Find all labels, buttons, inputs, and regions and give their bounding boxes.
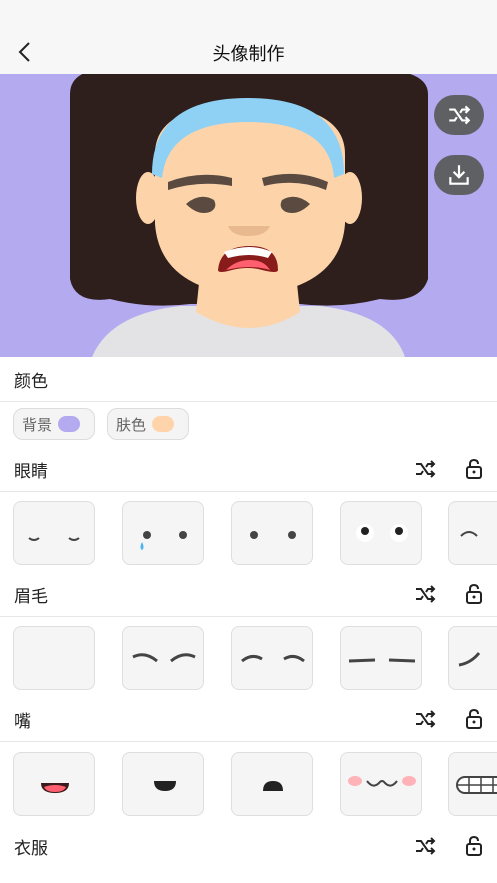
eyes-option-5[interactable]	[448, 501, 497, 565]
mouth-option-4[interactable]	[340, 752, 422, 816]
arched-brows-icon	[241, 654, 305, 663]
smile-mouth-icon	[154, 781, 176, 791]
avatar-illustration	[0, 74, 497, 357]
shuffle-icon[interactable]	[413, 457, 437, 481]
wavy-brows-icon	[132, 653, 196, 663]
eyes-option-4[interactable]	[340, 501, 422, 565]
section-title-mouth: 嘴	[14, 712, 31, 732]
section-title-eyes: 眼睛	[14, 462, 48, 482]
shuffle-icon	[449, 105, 471, 125]
chip-label-background: 背景	[22, 415, 53, 434]
brows-option-2[interactable]	[122, 626, 204, 690]
clothes-section-header: 衣服	[0, 824, 497, 868]
shuffle-icon[interactable]	[413, 707, 437, 731]
brows-option-1[interactable]	[13, 626, 95, 690]
shuffle-icon[interactable]	[413, 834, 437, 858]
avatar-preview	[0, 74, 497, 357]
mouth-option-3[interactable]	[231, 752, 313, 816]
brows-option-5[interactable]	[448, 626, 497, 690]
skin-color-swatch	[152, 416, 175, 432]
mouth-option-2[interactable]	[122, 752, 204, 816]
mouth-section-header: 嘴	[0, 697, 497, 742]
brows-option-3[interactable]	[231, 626, 313, 690]
shuffle-icon[interactable]	[413, 582, 437, 606]
section-title-brows: 眉毛	[14, 587, 48, 607]
teeth-mouth-icon	[456, 776, 497, 794]
dot-eyes-icon	[250, 531, 296, 539]
open-mouth-icon	[41, 783, 69, 793]
lock-icon[interactable]	[462, 582, 486, 606]
no-brows-icon	[14, 627, 96, 691]
lock-icon[interactable]	[462, 834, 486, 858]
crying-eyes-icon	[140, 531, 187, 550]
round-eyes-icon	[356, 524, 408, 542]
background-color-chip[interactable]: 背景	[13, 408, 95, 440]
arched-eyes-icon	[460, 531, 478, 537]
frown-mouth-icon	[263, 781, 283, 791]
brows-section-header: 眉毛	[0, 572, 497, 617]
lock-icon[interactable]	[462, 707, 486, 731]
mouth-option-1[interactable]	[13, 752, 95, 816]
blush-mouth-icon	[348, 776, 416, 787]
eyes-options-row	[0, 501, 497, 567]
section-title-clothes: 衣服	[14, 839, 48, 859]
brows-options-row	[0, 626, 497, 692]
background-color-swatch	[58, 416, 81, 432]
closed-eyes-icon	[28, 537, 80, 541]
skin-color-chip[interactable]: 肤色	[107, 408, 189, 440]
eyes-option-1[interactable]	[13, 501, 95, 565]
section-title-color: 颜色	[14, 372, 48, 392]
download-avatar-button[interactable]	[434, 155, 484, 195]
lock-icon[interactable]	[462, 457, 486, 481]
page-title: 头像制作	[212, 44, 285, 65]
download-icon	[449, 165, 469, 185]
eyes-section-header: 眼睛	[0, 447, 497, 492]
mouth-options-row	[0, 752, 497, 818]
top-bar: 头像制作	[0, 0, 497, 74]
color-section-header: 颜色	[0, 357, 497, 402]
chip-label-skin: 肤色	[116, 415, 147, 434]
eyes-option-2[interactable]	[122, 501, 204, 565]
straight-brows-icon	[348, 658, 416, 663]
eyes-option-3[interactable]	[231, 501, 313, 565]
mouth-option-5[interactable]	[448, 752, 497, 816]
angled-brows-icon	[458, 652, 481, 667]
shuffle-avatar-button[interactable]	[434, 95, 484, 135]
brows-option-4[interactable]	[340, 626, 422, 690]
